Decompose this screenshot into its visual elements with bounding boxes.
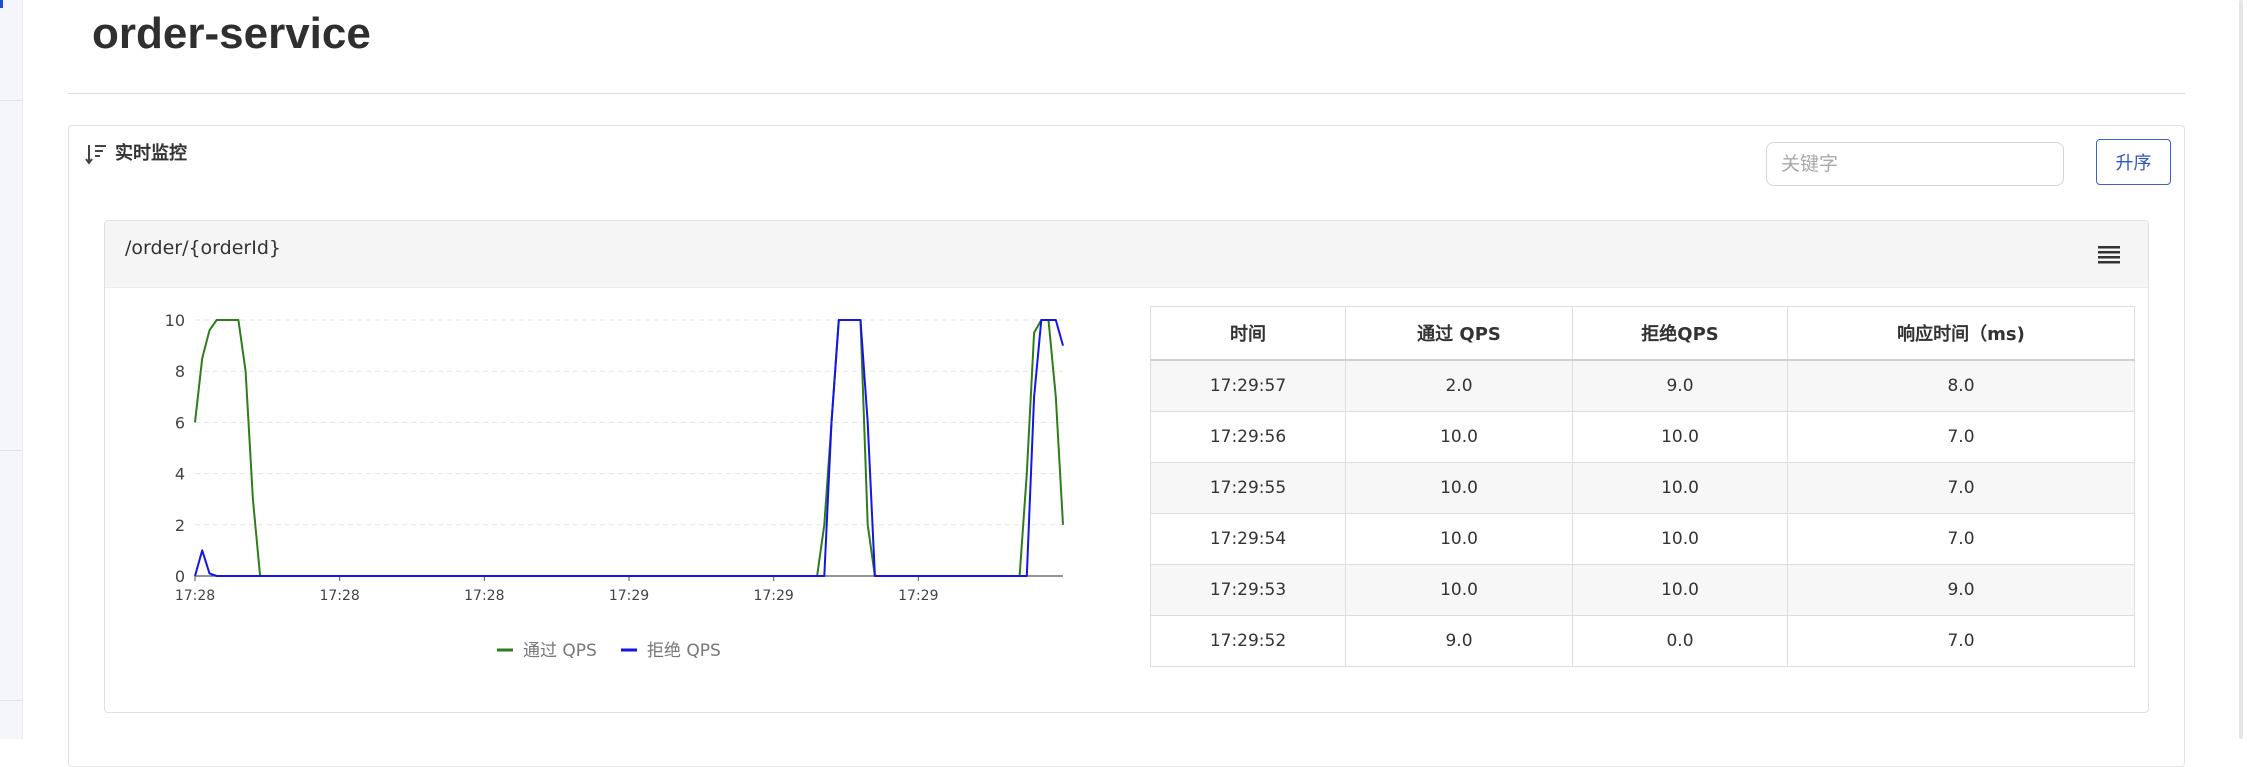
column-header-pass-qps[interactable]: 通过 QPS xyxy=(1345,306,1573,361)
y-tick-label: 2 xyxy=(175,516,185,535)
cell-pass-qps: 10.0 xyxy=(1345,564,1573,616)
chart-series xyxy=(194,319,1064,577)
series-line xyxy=(194,319,1064,577)
series-line xyxy=(194,319,1064,577)
cell-time: 17:29:54 xyxy=(1150,513,1346,565)
cell-response-time: 8.0 xyxy=(1787,359,2135,412)
cell-pass-qps: 10.0 xyxy=(1345,462,1573,514)
cell-response-time: 7.0 xyxy=(1787,462,2135,514)
cell-time: 17:29:52 xyxy=(1150,615,1346,667)
sidebar-divider xyxy=(0,700,22,701)
page-title: order-service xyxy=(92,9,371,58)
legend-label: 通过 QPS xyxy=(523,641,597,661)
sidebar-active-marker xyxy=(0,0,3,8)
x-tick-label: 17:29 xyxy=(753,588,793,604)
cell-time: 17:29:57 xyxy=(1150,359,1346,412)
page-scrollbar[interactable] xyxy=(2232,0,2247,739)
resource-card: /order/{orderId} 0 2 4 6 8 10 17:28 17:28 17:28 1… xyxy=(104,220,2149,713)
left-sidebar-strip xyxy=(0,0,23,739)
cell-response-time: 9.0 xyxy=(1787,564,2135,616)
cell-response-time: 7.0 xyxy=(1787,411,2135,463)
card-header: /order/{orderId} xyxy=(105,221,2148,288)
table-row: 17:29:57 2.0 9.0 8.0 xyxy=(1150,359,2135,412)
sidebar-divider xyxy=(0,100,22,101)
hamburger-menu-icon[interactable] xyxy=(2096,243,2122,265)
cell-time: 17:29:56 xyxy=(1150,411,1346,463)
x-tick-label: 17:29 xyxy=(609,588,649,604)
resource-name: /order/{orderId} xyxy=(125,237,281,259)
panel-title: 实时监控 xyxy=(115,143,187,164)
ascending-sort-button[interactable]: 升序 xyxy=(2096,139,2171,185)
cell-response-time: 7.0 xyxy=(1787,513,2135,565)
chart-axes: 0 2 4 6 8 10 17:28 17:28 17:28 17:29 17:29 17:29 xyxy=(165,311,1063,604)
x-tick-label: 17:28 xyxy=(175,588,215,604)
cell-block-qps: 10.0 xyxy=(1572,411,1788,463)
table-row: 17:29:54 10.0 10.0 7.0 xyxy=(1150,513,2135,565)
chart-grid xyxy=(195,319,1063,526)
sort-lines-icon xyxy=(85,145,106,165)
title-divider xyxy=(68,93,2185,94)
cell-time: 17:29:55 xyxy=(1150,462,1346,514)
realtime-monitor-panel: 实时监控 升序 /order/{orderId} 0 2 4 6 8 10 17:28 17:… xyxy=(68,125,2185,767)
table-header-row: 时间 通过 QPS 拒绝QPS 响应时间（ms) xyxy=(1150,306,2135,361)
cell-block-qps: 0.0 xyxy=(1572,615,1788,667)
y-tick-label: 6 xyxy=(175,413,185,432)
y-tick-label: 0 xyxy=(175,567,185,586)
column-header-time[interactable]: 时间 xyxy=(1150,306,1346,361)
x-tick-label: 17:28 xyxy=(319,588,359,604)
cell-response-time: 7.0 xyxy=(1787,615,2135,667)
cell-pass-qps: 9.0 xyxy=(1345,615,1573,667)
keyword-search-input[interactable] xyxy=(1766,142,2064,186)
table-row: 17:29:52 9.0 0.0 7.0 xyxy=(1150,615,2135,667)
legend-label: 拒绝 QPS xyxy=(647,641,721,661)
x-tick-label: 17:28 xyxy=(464,588,504,604)
table-row: 17:29:56 10.0 10.0 7.0 xyxy=(1150,411,2135,463)
column-header-block-qps[interactable]: 拒绝QPS xyxy=(1572,306,1788,361)
cell-time: 17:29:53 xyxy=(1150,564,1346,616)
y-tick-label: 8 xyxy=(175,362,185,381)
cell-block-qps: 10.0 xyxy=(1572,564,1788,616)
chart-legend[interactable]: 通过 QPS 拒绝 QPS xyxy=(497,641,721,661)
cell-block-qps: 10.0 xyxy=(1572,462,1788,514)
y-tick-label: 4 xyxy=(175,465,185,484)
y-tick-label: 10 xyxy=(165,311,185,330)
table-row: 17:29:53 10.0 10.0 9.0 xyxy=(1150,564,2135,616)
column-header-response-time[interactable]: 响应时间（ms) xyxy=(1787,306,2135,361)
table-row: 17:29:55 10.0 10.0 7.0 xyxy=(1150,462,2135,514)
x-tick-label: 17:29 xyxy=(898,588,938,604)
scrollbar-thumb[interactable] xyxy=(2239,0,2243,739)
sidebar-divider xyxy=(0,450,22,451)
qps-data-table: 时间 通过 QPS 拒绝QPS 响应时间（ms) 17:29:57 2.0 9.… xyxy=(1150,306,2135,667)
cell-pass-qps: 10.0 xyxy=(1345,411,1573,463)
cell-block-qps: 10.0 xyxy=(1572,513,1788,565)
cell-pass-qps: 2.0 xyxy=(1345,359,1573,412)
cell-pass-qps: 10.0 xyxy=(1345,513,1573,565)
cell-block-qps: 9.0 xyxy=(1572,359,1788,412)
qps-line-chart: 0 2 4 6 8 10 17:28 17:28 17:28 17:29 17:29 17:29 通过… xyxy=(165,311,1064,661)
